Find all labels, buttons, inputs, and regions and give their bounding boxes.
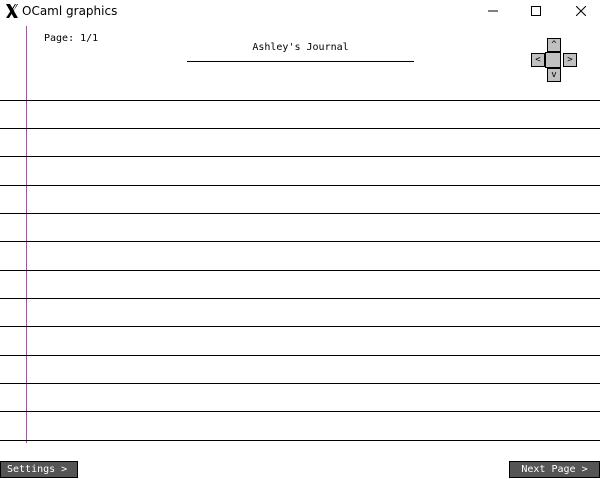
- x-window-icon: [6, 4, 18, 18]
- notebook-rule: [0, 241, 600, 242]
- maximize-button[interactable]: [513, 0, 559, 22]
- notebook-rule: [0, 100, 600, 101]
- dpad-center: [545, 52, 561, 68]
- dpad-right-button[interactable]: >: [563, 53, 577, 67]
- page-indicator: Page: 1/1: [44, 33, 99, 44]
- notebook-rule: [0, 355, 600, 356]
- notebook-rule: [0, 156, 600, 157]
- dpad-up-button[interactable]: ^: [547, 38, 561, 52]
- notebook-rule: [0, 383, 600, 384]
- notebook-rule: [0, 326, 600, 327]
- window-title: OCaml graphics: [22, 4, 118, 18]
- margin-line: [26, 26, 27, 443]
- notebook-rule: [0, 270, 600, 271]
- journal-title: Ashley's Journal: [252, 42, 349, 53]
- window-titlebar: OCaml graphics: [0, 0, 600, 22]
- next-page-button[interactable]: Next Page >: [509, 461, 600, 478]
- notebook-rule: [0, 185, 600, 186]
- dpad-left-button[interactable]: <: [531, 53, 545, 67]
- notebook-rule: [0, 411, 600, 412]
- graphics-canvas[interactable]: Page: 1/1 Ashley's Journal ^ < > v Setti…: [0, 22, 600, 479]
- title-underline: [187, 61, 414, 62]
- close-icon: [576, 6, 586, 16]
- notebook-rule: [0, 440, 600, 441]
- notebook-rule: [0, 213, 600, 214]
- close-button[interactable]: [558, 0, 600, 22]
- minimize-icon: [488, 10, 498, 12]
- notebook-rule: [0, 128, 600, 129]
- maximize-icon: [531, 6, 541, 16]
- notebook-rule: [0, 298, 600, 299]
- settings-button[interactable]: Settings >: [0, 461, 78, 478]
- dpad-down-button[interactable]: v: [547, 68, 561, 82]
- minimize-button[interactable]: [470, 0, 516, 22]
